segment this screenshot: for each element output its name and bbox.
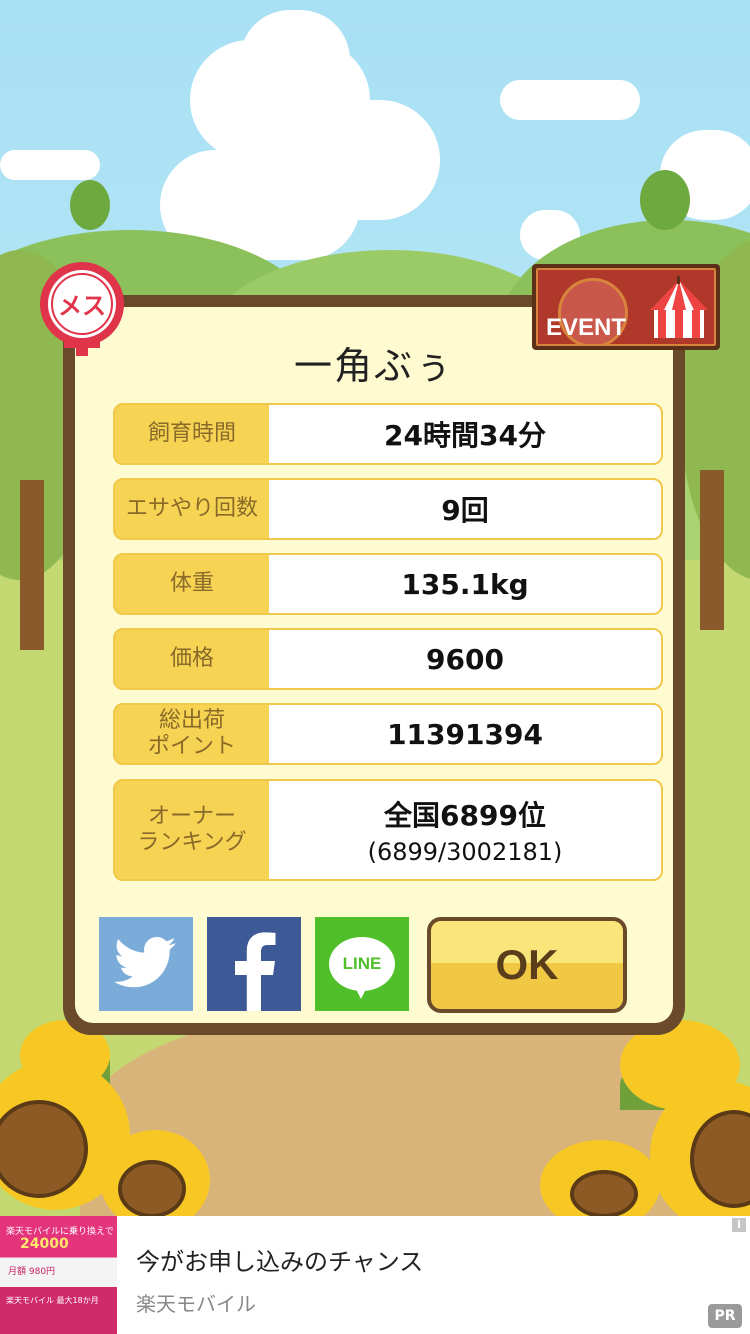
ranking-detail: (6899/3002181)	[367, 838, 563, 866]
ranking-value: 全国6899位	[384, 799, 546, 832]
ad-banner[interactable]: 楽天モバイルに乗り換えで 24000 月額 980円 楽天モバイル 最大18か月…	[0, 1216, 750, 1334]
ad-thumb-price: 月額 980円	[8, 1267, 56, 1277]
stat-label: 価格	[169, 646, 214, 671]
stat-label: オーナー ランキング	[137, 804, 247, 855]
pig-status-dialog: 一角ぶぅ 飼育時間 24時間34分 エサやり回数 9回 体重 135.1kg 価…	[63, 295, 685, 1035]
twitter-share-button[interactable]	[99, 917, 193, 1011]
facebook-f-icon	[235, 932, 276, 1011]
stat-value: 135.1kg	[269, 555, 661, 613]
ad-pr-badge: PR	[708, 1304, 742, 1328]
twitter-bird-icon	[114, 937, 176, 988]
stat-row-shipment-points: 総出荷 ポイント 11391394	[113, 703, 663, 765]
line-share-button[interactable]: LINE	[315, 917, 409, 1011]
event-badge[interactable]: EVENT	[532, 264, 720, 350]
stat-label: 総出荷 ポイント	[147, 708, 236, 759]
ad-advertiser: 楽天モバイル	[136, 1292, 256, 1316]
ad-thumbnail[interactable]: 楽天モバイルに乗り換えで 24000 月額 980円 楽天モバイル 最大18か月	[0, 1216, 117, 1334]
ad-title[interactable]: 今がお申し込みのチャンス	[136, 1242, 423, 1277]
dialog-panel: 一角ぶぅ 飼育時間 24時間34分 エサやり回数 9回 体重 135.1kg 価…	[75, 307, 673, 1023]
stat-value: 11391394	[269, 705, 661, 763]
stat-value: 全国6899位 (6899/3002181)	[269, 781, 661, 879]
ad-info-icon[interactable]: i	[732, 1218, 746, 1232]
stat-value: 9回	[269, 480, 661, 538]
stat-label: 飼育時間	[147, 421, 236, 446]
stat-row-weight: 体重 135.1kg	[113, 553, 663, 615]
stat-value: 9600	[269, 630, 661, 688]
stat-value: 24時間34分	[269, 405, 661, 463]
stat-label: 体重	[169, 571, 214, 596]
ok-button[interactable]: OK	[427, 917, 627, 1013]
female-badge: メス	[36, 262, 128, 360]
event-label: EVENT	[546, 314, 627, 341]
stat-row-owner-ranking: オーナー ランキング 全国6899位 (6899/3002181)	[113, 779, 663, 881]
stat-label: エサやり回数	[125, 496, 258, 521]
gender-label: メス	[58, 292, 106, 320]
stat-row-price: 価格 9600	[113, 628, 663, 690]
line-icon: LINE	[329, 937, 395, 999]
stat-row-feed-count: エサやり回数 9回	[113, 478, 663, 540]
circus-tent-icon	[650, 276, 708, 338]
ad-thumb-amount: 24000	[20, 1236, 69, 1252]
ad-thumb-note: 楽天モバイル 最大18か月	[6, 1296, 99, 1305]
facebook-share-button[interactable]	[207, 917, 301, 1011]
stat-row-raising-time: 飼育時間 24時間34分	[113, 403, 663, 465]
